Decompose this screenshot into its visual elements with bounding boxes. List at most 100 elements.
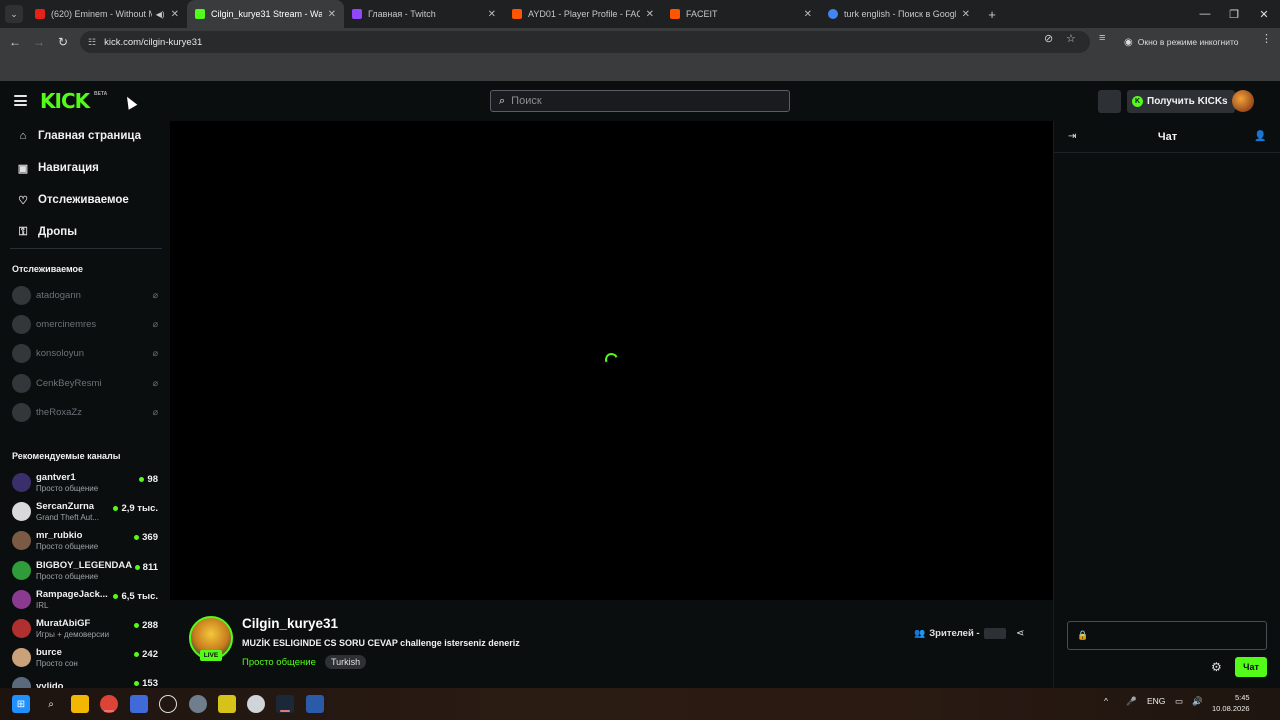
- tab-close-icon[interactable]: ✕: [646, 9, 654, 20]
- browser-tab[interactable]: FACEIT ✕: [662, 0, 820, 28]
- viewer-count: 2,9 тыс.: [113, 503, 158, 514]
- search-icon[interactable]: ⌕: [42, 695, 60, 713]
- avatar: [12, 286, 31, 305]
- share-icon[interactable]: ⋖: [1016, 628, 1024, 639]
- tab-close-icon[interactable]: ✕: [488, 9, 496, 20]
- bookmark-star-icon[interactable]: ☆: [1066, 32, 1076, 45]
- stream-category-link[interactable]: Просто общение: [242, 657, 316, 668]
- browser-menu-icon[interactable]: ⋮: [1261, 32, 1272, 45]
- offline-icon: ⌀: [152, 290, 158, 300]
- gear-icon[interactable]: ⚙: [1211, 660, 1222, 674]
- user-avatar[interactable]: [1232, 90, 1254, 112]
- offline-icon: ⌀: [152, 319, 158, 329]
- windows-taskbar: ⊞ ⌕ ^ 🎤 ENG ▭ 🔊 5:45 10.08.2026: [0, 688, 1280, 720]
- browser-tab[interactable]: (620) Eminem - Without Me ◀) ✕: [27, 0, 187, 28]
- recommended-channel[interactable]: RampageJack... IRL 6,5 тыс.: [0, 585, 170, 614]
- incognito-icon: ◉: [1124, 36, 1133, 48]
- chat-header: Чат: [1054, 121, 1280, 153]
- app-icon[interactable]: [306, 695, 324, 713]
- browser-tab[interactable]: AYD01 - Player Profile - FACEIT ✕: [504, 0, 662, 28]
- chat-users-icon[interactable]: 👤: [1254, 131, 1266, 142]
- address-bar[interactable]: ☷ kick.com/cilgin-kurye31: [80, 31, 1090, 53]
- sidebar-item-drops[interactable]: ⚿ Дропы: [0, 217, 170, 247]
- eye-off-icon[interactable]: ⊘: [1044, 32, 1053, 45]
- followed-channel[interactable]: atadogann ⌀: [0, 281, 170, 310]
- steam-icon[interactable]: [276, 695, 294, 713]
- video-player[interactable]: [170, 121, 1053, 600]
- avatar: [12, 561, 31, 580]
- viewer-count: 153: [134, 678, 158, 688]
- browser-tab[interactable]: Главная - Twitch ✕: [344, 0, 504, 28]
- get-kicks-button[interactable]: K Получить KICKs: [1127, 90, 1235, 113]
- volume-icon[interactable]: 🔊: [1192, 696, 1203, 707]
- audio-playing-icon[interactable]: ◀): [156, 10, 165, 19]
- drops-icon: ⚿: [18, 225, 28, 238]
- followed-channel[interactable]: omercinemres ⌀: [0, 310, 170, 339]
- tray-chevron-icon[interactable]: ^: [1104, 696, 1108, 706]
- url-text: kick.com/cilgin-kurye31: [104, 36, 203, 48]
- chat-input[interactable]: [1094, 630, 1265, 641]
- channel-name[interactable]: Cilgin_kurye31: [242, 616, 338, 631]
- back-icon[interactable]: ←: [3, 30, 27, 54]
- tab-close-icon[interactable]: ✕: [171, 9, 179, 20]
- recommended-channel[interactable]: BIGBOY_LEGENDAA Просто общение 811: [0, 556, 170, 585]
- followed-channel[interactable]: theRoxaZz ⌀: [0, 398, 170, 427]
- close-window-icon[interactable]: ✕: [1249, 0, 1279, 28]
- chrome-icon[interactable]: [100, 695, 118, 713]
- incognito-indicator[interactable]: ◉ Окно в режиме инкогнито: [1124, 32, 1239, 52]
- stream-tag[interactable]: Turkish: [325, 655, 367, 669]
- active-app-indicator: [280, 710, 290, 712]
- recommended-channel[interactable]: SercanZurna Grand Theft Aut... 2,9 тыс.: [0, 497, 170, 526]
- mouse-app-icon[interactable]: [247, 695, 265, 713]
- offline-icon: ⌀: [152, 407, 158, 417]
- chat-message-field[interactable]: 🔒: [1067, 621, 1267, 650]
- search-input[interactable]: [511, 95, 772, 107]
- avatar: [12, 315, 31, 334]
- browser-tab-active[interactable]: Cilgin_kurye31 Stream - Watch ✕: [187, 0, 344, 28]
- users-icon: 👥: [914, 628, 926, 638]
- windows-start-icon[interactable]: ⊞: [12, 695, 30, 713]
- viewer-count: 288: [134, 620, 158, 631]
- kick-logo[interactable]: KICK: [40, 91, 90, 111]
- avatar: [12, 502, 31, 521]
- sidebar-item-browse[interactable]: ▣ Навигация: [0, 153, 170, 183]
- tab-search-button[interactable]: ⌄: [5, 5, 23, 23]
- sidebar-item-following[interactable]: ♡ Отслеживаемое: [0, 185, 170, 215]
- store-icon[interactable]: [130, 695, 148, 713]
- chat-send-button[interactable]: Чат: [1235, 657, 1267, 677]
- site-info-icon[interactable]: ☷: [88, 37, 96, 48]
- discord-icon[interactable]: [159, 695, 177, 713]
- reload-icon[interactable]: ↻: [51, 30, 75, 54]
- followed-channel[interactable]: CenkBeyResmi ⌀: [0, 369, 170, 398]
- language-indicator[interactable]: ENG: [1147, 696, 1165, 706]
- restore-icon[interactable]: ❐: [1219, 0, 1249, 28]
- tab-close-icon[interactable]: ✕: [962, 9, 970, 20]
- new-tab-button[interactable]: +: [982, 7, 1002, 22]
- settings-app-icon[interactable]: [189, 695, 207, 713]
- browser-tab[interactable]: turk english - Поиск в Google ✕: [820, 0, 978, 28]
- forward-icon[interactable]: →: [27, 30, 51, 54]
- tab-close-icon[interactable]: ✕: [328, 9, 336, 20]
- reading-list-icon[interactable]: ≡: [1099, 32, 1105, 44]
- collapse-chat-icon[interactable]: ⇥: [1068, 131, 1076, 142]
- minimize-icon[interactable]: —: [1190, 0, 1220, 28]
- file-explorer-icon[interactable]: [71, 695, 89, 713]
- beta-badge: BETA: [94, 91, 108, 97]
- sidebar-item-home[interactable]: ⌂ Главная страница: [0, 121, 170, 151]
- live-dot-icon: [134, 535, 140, 540]
- menu-hamburger-icon[interactable]: [14, 95, 27, 106]
- network-icon[interactable]: ▭: [1175, 696, 1183, 707]
- search-bar[interactable]: ⌕: [490, 90, 790, 112]
- system-clock[interactable]: 5:45 10.08.2026: [1212, 692, 1250, 714]
- loading-spinner-icon: [603, 351, 620, 368]
- recommended-channel[interactable]: gantver1 Просто общение 98: [0, 468, 170, 497]
- recommended-channel[interactable]: burce Просто сон 242: [0, 643, 170, 672]
- recommended-channel[interactable]: yylido 153: [0, 672, 170, 688]
- recommended-channel[interactable]: MuratAbiGF Игры + демоверсии 288: [0, 614, 170, 643]
- tab-close-icon[interactable]: ✕: [804, 9, 812, 20]
- microphone-icon[interactable]: 🎤: [1126, 696, 1137, 707]
- recommended-channel[interactable]: mr_rubkio Просто общение 369: [0, 526, 170, 555]
- followed-channel[interactable]: konsoloyun ⌀: [0, 339, 170, 368]
- app-icon[interactable]: [218, 695, 236, 713]
- notifications-button[interactable]: [1098, 90, 1121, 113]
